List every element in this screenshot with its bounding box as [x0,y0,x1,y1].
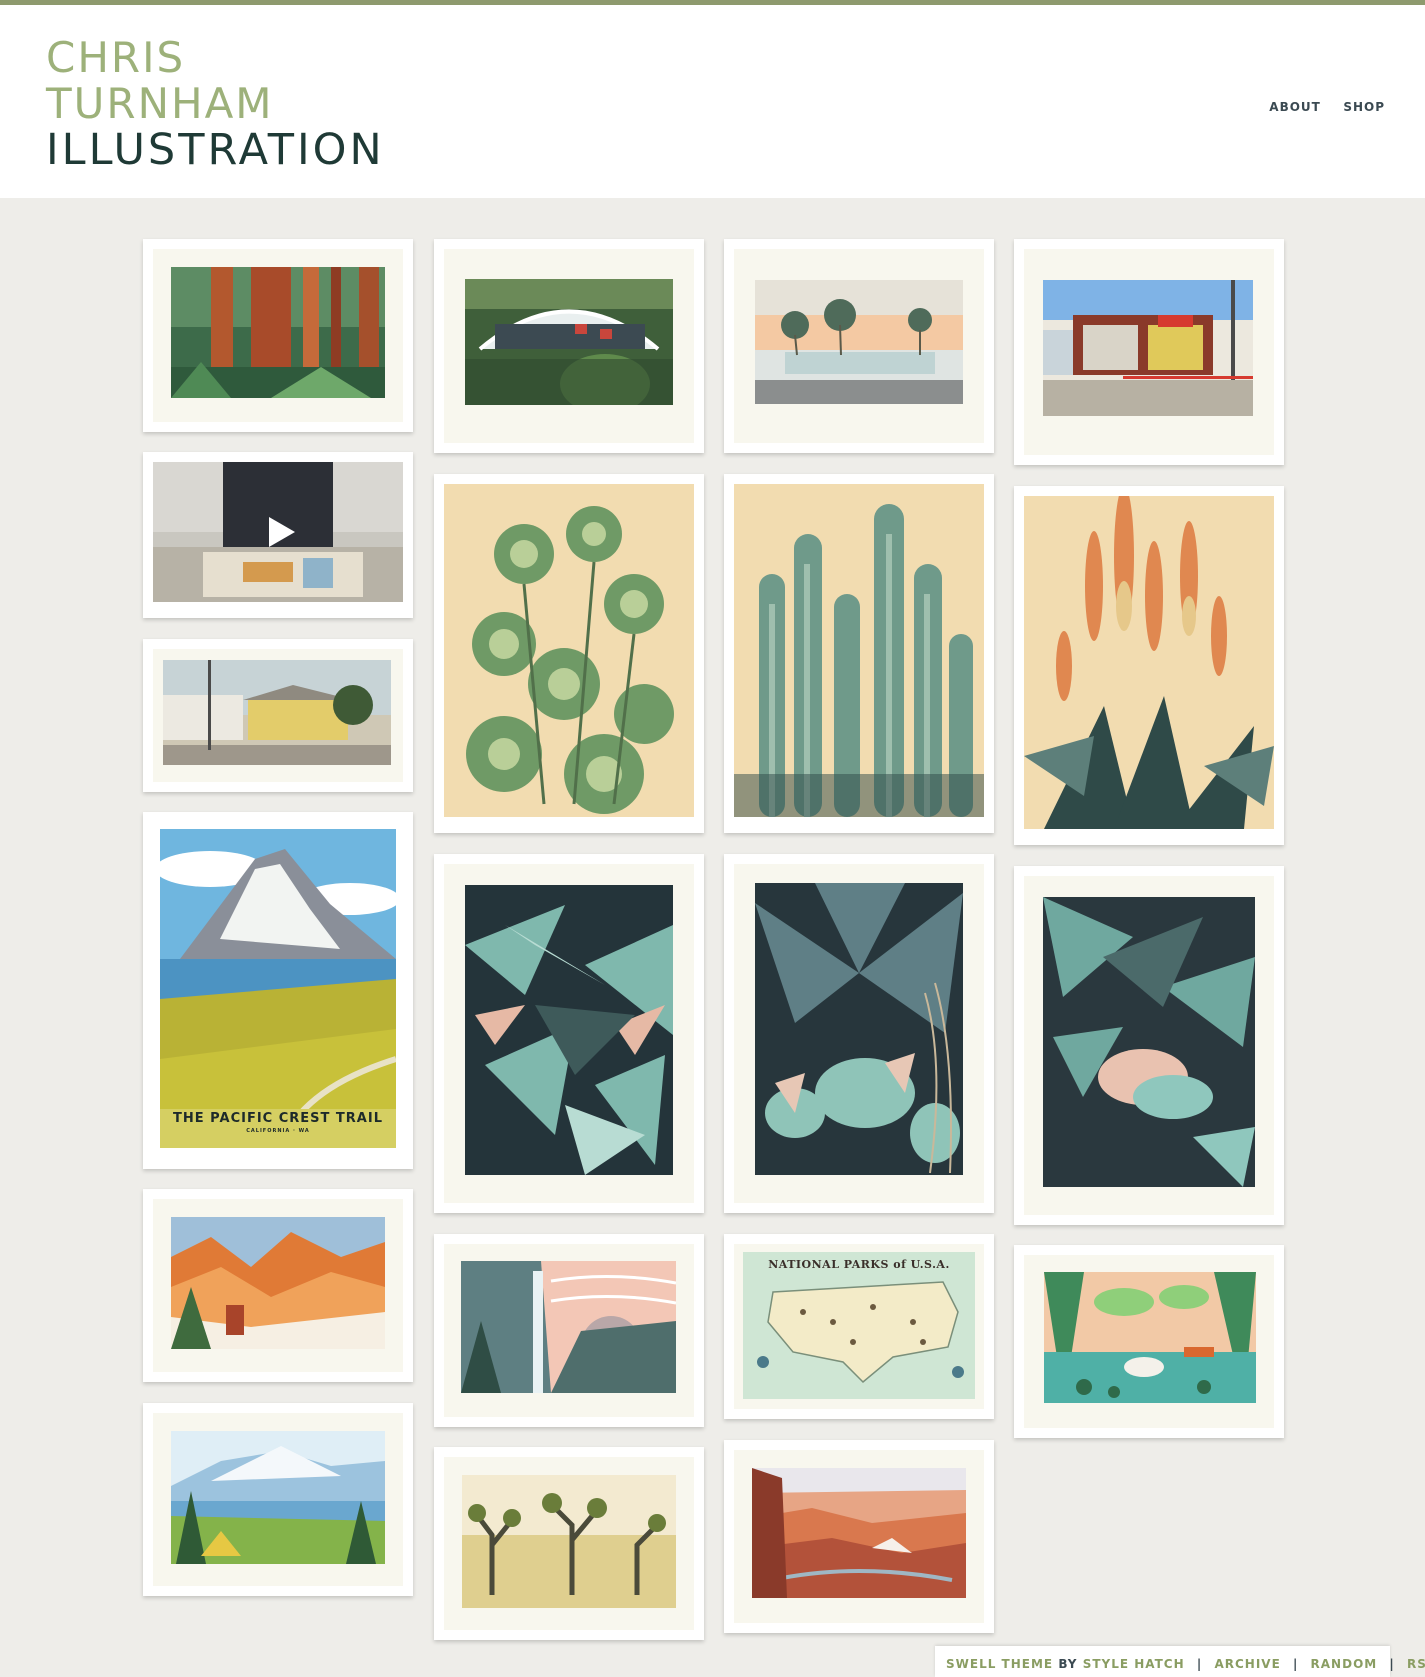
post-joshua-tree[interactable] [434,1447,704,1640]
play-icon[interactable] [269,517,295,547]
logo-line-3: ILLUSTRATION [46,125,385,175]
redwoods-image [171,267,385,398]
post-jungle-2[interactable] [724,854,994,1213]
nav-shop[interactable]: SHOP [1343,100,1385,114]
footer-separator: | [1196,1657,1203,1671]
pct-caption: THE PACIFIC CREST TRAIL CALIFORNIA · WA [160,1111,396,1134]
logo-line-1: CHRIS [46,33,186,82]
footer-rss-link[interactable]: RSS [1407,1657,1425,1671]
tropical-pond-image [1044,1272,1256,1403]
post-mid-century-house[interactable] [724,239,994,453]
yellow-house-image [163,660,391,765]
arch-house-image [465,279,673,405]
pacific-crest-trail-poster: THE PACIFIC CREST TRAIL CALIFORNIA · WA [160,829,396,1148]
post-jungle-1[interactable] [434,854,704,1213]
post-bryce[interactable] [143,1189,413,1382]
post-redwoods[interactable] [143,239,413,432]
mid-century-house-image [755,280,963,404]
footer-separator: | [1389,1657,1395,1671]
site-footer: SWELL THEME BY STYLE HATCH | ARCHIVE | R… [935,1646,1425,1677]
logo-line-2: TURNHAM [46,79,274,128]
post-video[interactable] [143,452,413,618]
footer-author-link[interactable]: STYLE HATCH [1083,1657,1185,1671]
site-logo[interactable]: CHRIS TURNHAM ILLUSTRATION [46,33,385,175]
joshua-tree-image [462,1475,676,1608]
post-jungle-3[interactable] [1014,866,1284,1225]
site-header: CHRIS TURNHAM ILLUSTRATION ABOUT SHOP [0,5,1425,198]
jungle-print-2 [755,883,963,1175]
yosemite-falls-image [461,1261,676,1393]
post-cactus[interactable] [724,474,994,833]
cactus-print [734,484,984,817]
post-pacific-crest-trail[interactable]: THE PACIFIC CREST TRAIL CALIFORNIA · WA [143,812,413,1169]
post-yosemite-falls[interactable] [434,1234,704,1427]
jungle-print-3 [1043,897,1255,1187]
storefront-image [1043,280,1253,416]
jungle-print-1 [465,885,673,1175]
post-aloe[interactable] [1014,486,1284,845]
map-title: NATIONAL PARKS of U.S.A. [768,1258,950,1271]
pct-subtitle: CALIFORNIA · WA [246,1128,310,1134]
post-tropical-pond[interactable] [1014,1245,1284,1438]
post-succulents[interactable] [434,474,704,833]
national-parks-map: NATIONAL PARKS of U.S.A. [743,1252,975,1399]
post-arch-house[interactable] [434,239,704,453]
pct-title: THE PACIFIC CREST TRAIL [173,1111,383,1126]
post-yellow-house[interactable] [143,639,413,792]
aloe-print [1024,496,1274,829]
bryce-canyon-image [171,1217,385,1349]
footer-by: BY [1058,1657,1078,1671]
post-mountain-lake[interactable] [143,1403,413,1596]
footer-random-link[interactable]: RANDOM [1311,1657,1378,1671]
post-national-parks-map[interactable]: NATIONAL PARKS of U.S.A. [724,1234,994,1419]
nav-about[interactable]: ABOUT [1269,100,1321,114]
footer-separator: | [1292,1657,1299,1671]
footer-theme-link[interactable]: SWELL THEME [946,1657,1053,1671]
post-storefront[interactable] [1014,239,1284,465]
succulents-print [444,484,694,817]
main-nav: ABOUT SHOP [1251,98,1385,116]
footer-archive-link[interactable]: ARCHIVE [1214,1657,1280,1671]
mountain-lake-image [171,1431,385,1564]
post-grand-canyon[interactable] [724,1440,994,1633]
video-thumbnail [153,462,403,602]
grand-canyon-image [752,1468,966,1598]
